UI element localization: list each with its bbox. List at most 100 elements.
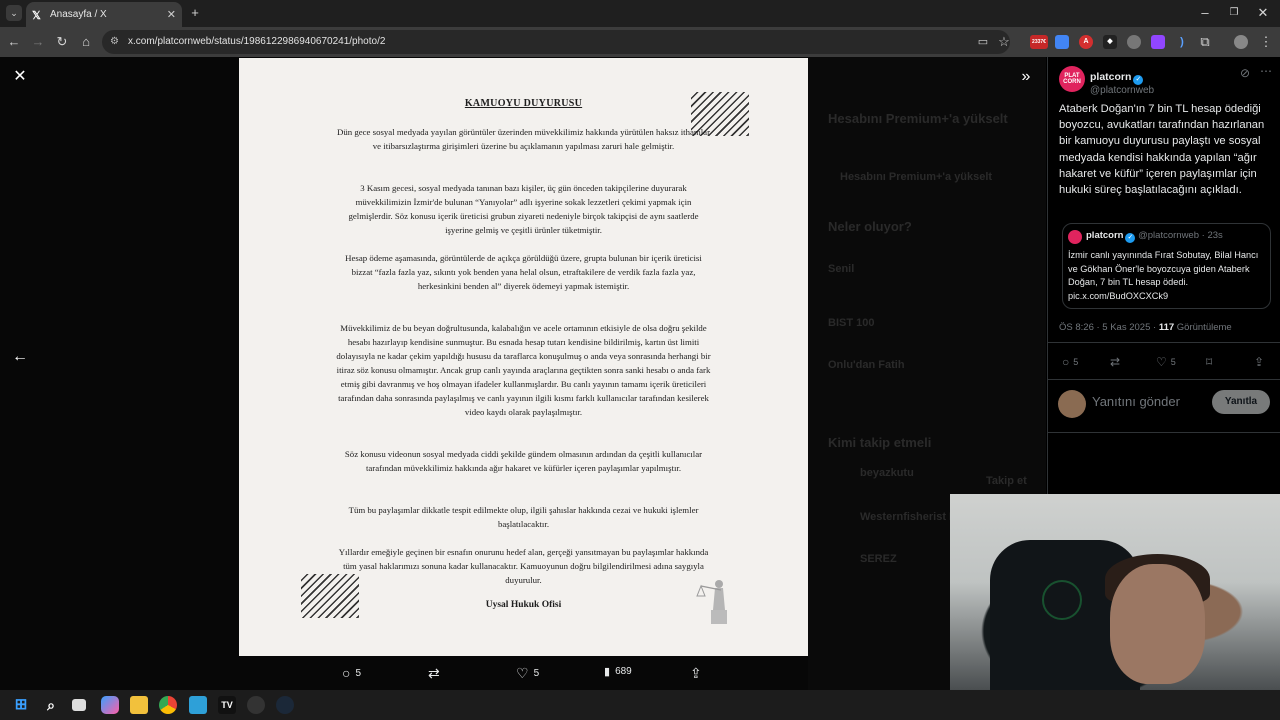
browser-tab-strip: ⌄ 𝕏 Anasayfa / X ✕ + – ❐ ✕ xyxy=(0,0,1280,27)
verified-badge-icon: ✓ xyxy=(1125,233,1136,243)
heart-icon: ♡ xyxy=(516,665,529,681)
reply-action[interactable]: ○ 5 xyxy=(342,665,361,681)
extensions-puzzle-icon[interactable]: ⧉ xyxy=(1197,34,1213,50)
home-icon[interactable]: ⌂ xyxy=(78,34,94,50)
streamer-face xyxy=(1110,564,1205,684)
document-paragraph: Söz konusu videonun sosyal medyada ciddi… xyxy=(344,449,703,473)
copilot-icon[interactable] xyxy=(101,696,119,714)
follow-suggestion[interactable]: SEREZ xyxy=(860,553,897,565)
reply-button[interactable]: Yanıtla xyxy=(1212,390,1270,414)
who-to-follow-title: Kimi takip etmeli xyxy=(828,435,932,450)
tab-close-icon[interactable]: ✕ xyxy=(167,8,176,21)
share-icon: ⇪ xyxy=(690,665,702,681)
translate-extension-icon[interactable] xyxy=(1055,35,1069,49)
author-block[interactable]: platcorn ✓ @platcornweb xyxy=(1090,67,1154,96)
search-icon[interactable]: ⌕ xyxy=(42,696,60,714)
bookmark-action[interactable]: ⌑ xyxy=(1206,355,1212,369)
verified-badge-icon: ✓ xyxy=(1133,75,1144,85)
chrome-icon[interactable] xyxy=(159,696,177,714)
share-action[interactable]: ⇪ xyxy=(690,665,702,682)
abp-extension-icon[interactable]: A xyxy=(1079,35,1093,49)
tweet-time[interactable]: ÖS 8:26 · 5 Kas 2025 · xyxy=(1059,322,1159,333)
quote-author-handle: @platcornweb xyxy=(1138,230,1199,241)
browser-toolbar: ← → ↻ ⌂ ⚙ x.com/platcornweb/status/19861… xyxy=(0,27,1280,57)
bookmark-star-icon[interactable]: ☆ xyxy=(996,34,1012,50)
minimize-icon[interactable]: – xyxy=(1197,5,1213,21)
twitch-extension-icon[interactable] xyxy=(1151,35,1165,49)
retweet-icon: ⇄ xyxy=(428,665,440,681)
document-paragraph: 3 Kasım gecesi, sosyal medyada tanınan b… xyxy=(348,183,699,235)
tweet-text: Ataberk Doğan'ın 7 bin TL hesap ödediği … xyxy=(1059,103,1265,197)
share-action[interactable]: ⇪ xyxy=(1254,355,1264,369)
follow-button[interactable]: Takip et xyxy=(986,475,1027,487)
tab-search-icon[interactable]: ⌄ xyxy=(6,5,22,21)
file-explorer-icon[interactable] xyxy=(130,696,148,714)
reply-action[interactable]: ○ 5 xyxy=(1062,355,1078,369)
diamond-extension-icon[interactable]: ◆ xyxy=(1103,35,1117,49)
reply-count: 5 xyxy=(355,667,362,679)
close-window-icon[interactable]: ✕ xyxy=(1255,5,1271,21)
new-tab-icon[interactable]: + xyxy=(187,5,203,21)
more-options-icon[interactable]: ⋯ xyxy=(1260,64,1272,78)
previous-photo-icon[interactable]: ← xyxy=(10,347,30,367)
whats-happening-title: Neler oluyor? xyxy=(828,219,912,234)
extension-badge-icon[interactable]: 2337€ xyxy=(1030,35,1048,49)
document-paragraph: Hesap ödeme aşamasında, görüntülerde de … xyxy=(345,253,702,291)
viewer-action-bar: ○ 5 ⇄ ♡ 5 ▮ 689 ⇪ xyxy=(0,657,1046,690)
trend-item[interactable]: Onlu'dan Fatih xyxy=(828,359,905,371)
bookmark-icon: ⌑ xyxy=(1206,355,1213,369)
grok-icon[interactable]: ⊘ xyxy=(1240,66,1250,80)
divider xyxy=(1048,432,1280,433)
document-paragraph: Tüm bu paylaşımlar dikkatle tespit edilm… xyxy=(348,505,699,529)
wave-extension-icon[interactable]: ) xyxy=(1175,35,1189,49)
back-icon[interactable]: ← xyxy=(6,34,22,50)
cat-extension-icon[interactable] xyxy=(1127,35,1141,49)
views-action[interactable]: ▮ 689 xyxy=(604,665,632,678)
document-paragraph: Dün gece sosyal medyada yayılan görüntül… xyxy=(336,127,711,151)
premium-title: Hesabını Premium+'a yükselt xyxy=(828,111,1008,126)
reload-icon[interactable]: ↻ xyxy=(54,34,70,50)
browser-tab[interactable]: 𝕏 Anasayfa / X ✕ xyxy=(26,2,182,27)
quote-avatar xyxy=(1068,230,1082,244)
divider xyxy=(1048,379,1280,380)
url-text: x.com/platcornweb/status/198612298694067… xyxy=(128,36,386,47)
collapse-panel-icon[interactable]: » xyxy=(1016,67,1036,87)
trend-item[interactable]: Senil xyxy=(828,263,854,275)
forward-icon[interactable]: → xyxy=(30,34,46,50)
profile-avatar[interactable] xyxy=(1234,35,1248,49)
views-count: 689 xyxy=(615,666,632,677)
obs-icon[interactable] xyxy=(247,696,265,714)
trend-item[interactable]: BIST 100 xyxy=(828,317,874,329)
document-paragraph: Yıllardır emeğiyle geçinen bir esnafın o… xyxy=(338,547,709,585)
task-view-icon[interactable] xyxy=(72,699,86,711)
follow-suggestion[interactable]: beyazkutu xyxy=(860,467,914,479)
document-title: KAMUOYU DUYURUSU xyxy=(464,98,583,109)
quoted-tweet[interactable]: platcorn ✓ @platcornweb · 23s İzmir canlı… xyxy=(1062,223,1271,309)
premium-button[interactable]: Hesabını Premium+'a yükselt xyxy=(840,171,992,183)
quote-time: · 23s xyxy=(1201,230,1223,241)
retweet-action[interactable]: ⇄ xyxy=(1110,355,1120,369)
analytics-icon: ▮ xyxy=(604,666,611,678)
remote-desktop-icon[interactable] xyxy=(189,696,207,714)
like-count: 5 xyxy=(533,668,540,679)
webcam-overlay xyxy=(950,494,1280,690)
address-bar[interactable]: ⚙ x.com/platcornweb/status/1986122986940… xyxy=(102,30,1010,54)
tradingview-icon[interactable]: TV xyxy=(218,696,236,714)
reply-input[interactable]: Yanıtını gönder xyxy=(1092,394,1180,409)
retweet-action[interactable]: ⇄ xyxy=(428,665,445,682)
x-logo-icon: 𝕏 xyxy=(32,9,41,22)
start-windows-icon[interactable]: ⊞ xyxy=(12,696,30,714)
menu-kebab-icon[interactable]: ⋮ xyxy=(1258,34,1274,50)
close-viewer-icon[interactable]: ✕ xyxy=(10,67,30,87)
cast-icon[interactable]: ▭ xyxy=(975,34,991,50)
razer-logo-icon xyxy=(1042,580,1082,620)
tab-title: Anasayfa / X xyxy=(50,9,107,20)
restore-icon[interactable]: ❐ xyxy=(1226,5,1242,21)
like-action[interactable]: ♡ 5 xyxy=(1156,355,1176,369)
reply-icon: ○ xyxy=(342,665,351,681)
like-action[interactable]: ♡ 5 xyxy=(516,665,539,682)
author-avatar[interactable]: PLAT CORN xyxy=(1059,66,1085,92)
like-count: 5 xyxy=(1170,357,1176,367)
site-info-icon[interactable]: ⚙ xyxy=(110,30,119,54)
steam-icon[interactable] xyxy=(276,696,294,714)
